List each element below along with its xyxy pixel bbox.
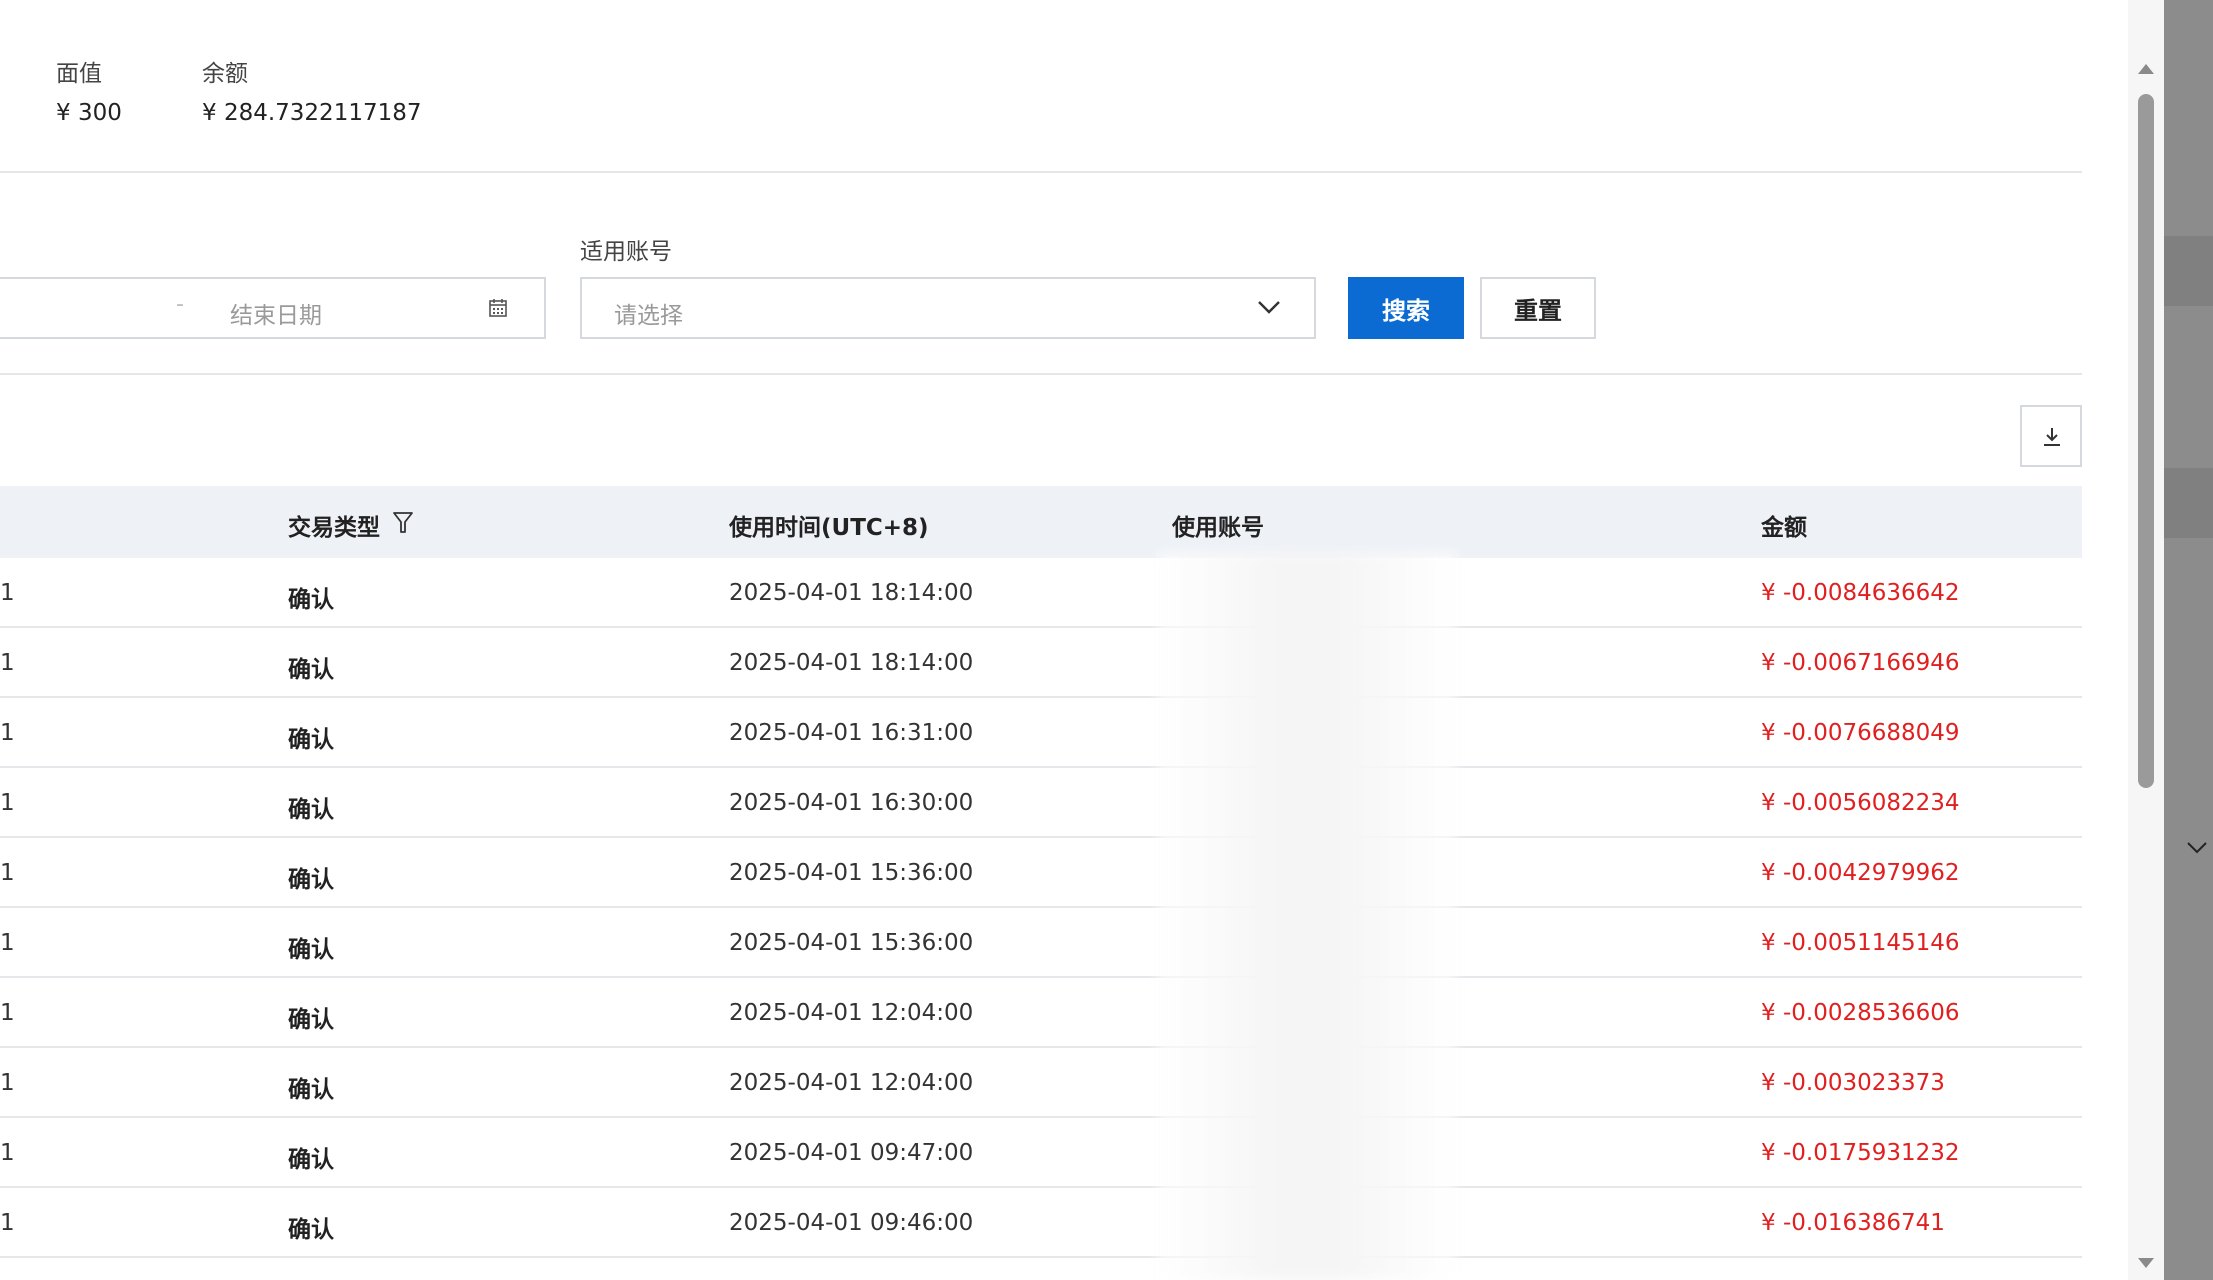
account-filter-label: 适用账号 bbox=[580, 239, 672, 265]
date-separator: - bbox=[176, 292, 184, 317]
row-transaction-type: 确认 bbox=[288, 1217, 334, 1243]
row-usage-time: 2025-04-01 09:47:00 bbox=[729, 1140, 974, 1166]
row-usage-time: 2025-04-01 12:04:00 bbox=[729, 1070, 974, 1096]
row-transaction-type: 确认 bbox=[288, 727, 334, 753]
reset-button[interactable]: 重置 bbox=[1480, 277, 1596, 339]
row-amount: ¥ -0.0067166946 bbox=[1761, 650, 1960, 676]
download-icon bbox=[2044, 428, 2060, 446]
background-overlay bbox=[2164, 0, 2213, 1280]
row-transaction-type: 确认 bbox=[288, 1007, 334, 1033]
column-header-type: 交易类型 bbox=[288, 515, 380, 541]
row-id: 1 bbox=[0, 1210, 15, 1236]
row-amount: ¥ -0.0175931232 bbox=[1761, 1140, 1960, 1166]
background-band bbox=[2164, 236, 2213, 306]
row-usage-time: 2025-04-01 16:30:00 bbox=[729, 790, 974, 816]
row-id: 1 bbox=[0, 580, 15, 606]
row-id: 1 bbox=[0, 790, 15, 816]
scroll-down-icon[interactable] bbox=[2136, 1256, 2156, 1270]
row-transaction-type: 确认 bbox=[288, 1147, 334, 1173]
column-header-account: 使用账号 bbox=[1172, 515, 1264, 541]
table-row[interactable]: 1 确认 2025-04-01 18:14:00 ¥ -0.0084636642 bbox=[0, 558, 2082, 628]
row-amount: ¥ -0.003023373 bbox=[1761, 1070, 1945, 1096]
row-transaction-type: 确认 bbox=[288, 1077, 334, 1103]
row-amount: ¥ -0.0076688049 bbox=[1761, 720, 1960, 746]
table-row[interactable]: 1 确认 2025-04-01 09:47:00 ¥ -0.0175931232 bbox=[0, 1118, 2082, 1188]
row-usage-time: 2025-04-01 18:14:00 bbox=[729, 650, 974, 676]
table-row[interactable]: 1 确认 2025-04-01 12:04:00 ¥ -0.003023373 bbox=[0, 1048, 2082, 1118]
account-select[interactable] bbox=[580, 277, 1316, 339]
row-id: 1 bbox=[0, 930, 15, 956]
row-transaction-type: 确认 bbox=[288, 587, 334, 613]
end-date-placeholder[interactable]: 结束日期 bbox=[230, 296, 322, 330]
table-row[interactable]: 1 确认 2025-04-01 16:30:00 ¥ -0.0056082234 bbox=[0, 768, 2082, 838]
row-amount: ¥ -0.0056082234 bbox=[1761, 790, 1960, 816]
row-amount: ¥ -0.0042979962 bbox=[1761, 860, 1960, 886]
row-usage-time: 2025-04-01 15:36:00 bbox=[729, 860, 974, 886]
row-id: 1 bbox=[0, 650, 15, 676]
row-transaction-type: 确认 bbox=[288, 867, 334, 893]
row-amount: ¥ -0.0051145146 bbox=[1761, 930, 1960, 956]
row-amount: ¥ -0.0028536606 bbox=[1761, 1000, 1960, 1026]
face-value: ¥ 300 bbox=[56, 100, 122, 126]
account-select-placeholder: 请选择 bbox=[614, 303, 683, 329]
table-row[interactable]: 1 确认 2025-04-01 15:36:00 ¥ -0.0042979962 bbox=[0, 838, 2082, 908]
table-row[interactable]: 1 确认 2025-04-01 09:46:00 ¥ -0.016386741 bbox=[0, 1188, 2082, 1258]
download-button[interactable] bbox=[2020, 405, 2082, 467]
chevron-down-icon[interactable] bbox=[1256, 296, 1282, 318]
row-amount: ¥ -0.0084636642 bbox=[1761, 580, 1960, 606]
filter-divider bbox=[0, 373, 2082, 375]
row-usage-time: 2025-04-01 18:14:00 bbox=[729, 580, 974, 606]
row-id: 1 bbox=[0, 1140, 15, 1166]
row-id: 1 bbox=[0, 1070, 15, 1096]
blurred-account-column bbox=[1157, 552, 1457, 1280]
search-button[interactable]: 搜索 bbox=[1348, 277, 1464, 339]
table-row[interactable]: 1 确认 2025-04-01 12:04:00 ¥ -0.0028536606 bbox=[0, 978, 2082, 1048]
row-transaction-type: 确认 bbox=[288, 797, 334, 823]
row-transaction-type: 确认 bbox=[288, 657, 334, 683]
balance-label: 余额 bbox=[202, 61, 248, 87]
row-usage-time: 2025-04-01 15:36:00 bbox=[729, 930, 974, 956]
row-usage-time: 2025-04-01 16:31:00 bbox=[729, 720, 974, 746]
table-row[interactable]: 1 确认 2025-04-01 15:36:00 ¥ -0.0051145146 bbox=[0, 908, 2082, 978]
background-band bbox=[2164, 468, 2213, 538]
filter-icon[interactable] bbox=[392, 510, 414, 536]
row-transaction-type: 确认 bbox=[288, 937, 334, 963]
scroll-up-icon[interactable] bbox=[2136, 62, 2156, 76]
row-id: 1 bbox=[0, 720, 15, 746]
calendar-icon[interactable] bbox=[488, 298, 508, 318]
table-row[interactable]: 1 确认 2025-04-01 16:31:00 ¥ -0.0076688049 bbox=[0, 698, 2082, 768]
row-amount: ¥ -0.016386741 bbox=[1761, 1210, 1945, 1236]
scrollbar-thumb[interactable] bbox=[2138, 94, 2154, 788]
chevron-down-icon bbox=[2187, 842, 2207, 854]
column-header-amount: 金额 bbox=[1761, 515, 1807, 541]
balance-value: ¥ 284.7322117187 bbox=[202, 100, 422, 126]
table-row[interactable]: 1 确认 2025-04-01 18:14:00 ¥ -0.0067166946 bbox=[0, 628, 2082, 698]
page: 面值 ¥ 300 余额 ¥ 284.7322117187 - 结束日期 适用账号… bbox=[0, 0, 2213, 1280]
row-usage-time: 2025-04-01 09:46:00 bbox=[729, 1210, 974, 1236]
row-usage-time: 2025-04-01 12:04:00 bbox=[729, 1000, 974, 1026]
face-value-label: 面值 bbox=[56, 61, 102, 87]
column-header-time: 使用时间(UTC+8) bbox=[729, 515, 929, 541]
row-id: 1 bbox=[0, 860, 15, 886]
summary-divider bbox=[0, 171, 2082, 173]
row-id: 1 bbox=[0, 1000, 15, 1026]
